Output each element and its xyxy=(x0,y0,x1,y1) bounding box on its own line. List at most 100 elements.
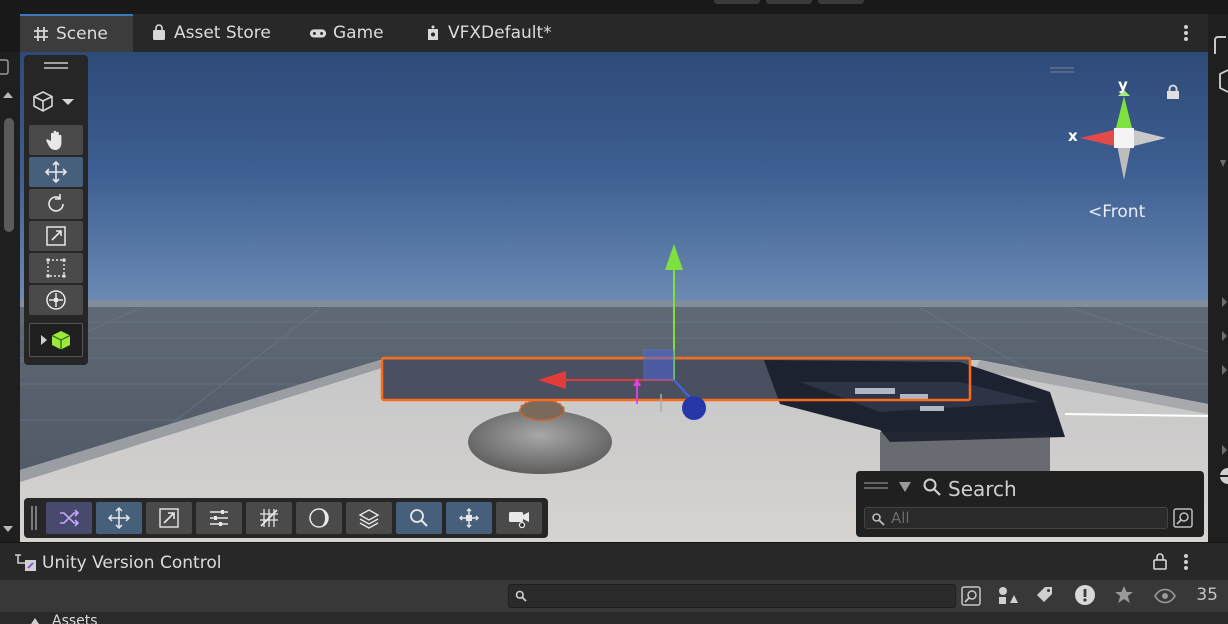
version-control-icon xyxy=(15,554,36,571)
scene-overlay-toolbar xyxy=(24,498,548,538)
move-tool[interactable] xyxy=(29,157,83,187)
hand-tool[interactable] xyxy=(29,125,83,155)
grid-icon xyxy=(34,27,48,41)
layers-button[interactable] xyxy=(346,502,392,534)
remove-circle-icon[interactable] xyxy=(1218,466,1228,486)
pivot-icon xyxy=(459,508,479,528)
custom-tool-dropdown[interactable] xyxy=(29,323,83,357)
top-toolbar-button[interactable] xyxy=(818,0,864,4)
tab-label: Scene xyxy=(56,24,108,44)
grid-snap-icon xyxy=(260,509,278,527)
visibility-eye-icon[interactable] xyxy=(1154,588,1176,604)
transform-tool[interactable] xyxy=(29,285,83,315)
scene-geometry xyxy=(20,67,1208,542)
shuffle-icon xyxy=(60,509,80,527)
camera-icon xyxy=(509,512,529,529)
drag-handle-icon[interactable] xyxy=(30,506,38,530)
scene-viewport[interactable] xyxy=(20,52,1208,542)
z-axis-sphere[interactable] xyxy=(682,396,706,420)
version-control-panel-header: Unity Version Control xyxy=(0,542,1228,580)
dome-top xyxy=(519,399,565,421)
view-mode-dropdown[interactable] xyxy=(32,89,80,115)
top-toolbar-button[interactable] xyxy=(766,0,812,4)
shading-button[interactable] xyxy=(296,502,342,534)
search-icon xyxy=(923,478,941,496)
rotate-tool[interactable] xyxy=(29,189,83,219)
top-toolbar-button[interactable] xyxy=(714,0,760,4)
view-orientation-label[interactable]: <Front xyxy=(1088,202,1145,222)
transform-icon xyxy=(46,290,66,310)
tab-vfx-default[interactable]: VFXDefault* xyxy=(412,14,564,52)
inspector-edge-strip xyxy=(1208,14,1228,542)
zoom-button[interactable] xyxy=(396,502,442,534)
rect-tool[interactable] xyxy=(29,253,83,283)
y-axis-arrow[interactable] xyxy=(665,244,683,270)
lock-icon[interactable] xyxy=(1152,552,1168,570)
collapse-arrow-icon[interactable] xyxy=(1218,158,1228,170)
favorite-star-icon[interactable] xyxy=(1114,585,1134,605)
filter-by-label-icon[interactable] xyxy=(1034,585,1054,607)
scale-move-button[interactable] xyxy=(146,502,192,534)
rect-transform-icon xyxy=(46,258,66,278)
scale-tool[interactable] xyxy=(29,221,83,251)
expand-arrow-icon[interactable] xyxy=(1220,330,1228,342)
camera-button[interactable] xyxy=(496,502,542,534)
drag-handle-icon[interactable] xyxy=(864,481,888,491)
search-filter-icon xyxy=(872,513,885,526)
kebab-menu-icon[interactable] xyxy=(1178,22,1194,44)
open-search-window-icon[interactable] xyxy=(960,585,982,607)
sliders-icon xyxy=(210,510,228,526)
rotate-icon xyxy=(48,194,64,212)
search-overlay: Search All xyxy=(856,471,1204,537)
expand-arrow-icon[interactable] xyxy=(30,616,40,624)
tab-label: VFXDefault* xyxy=(448,23,552,43)
search-input[interactable]: All xyxy=(864,507,1168,529)
gizmo-x-cone[interactable] xyxy=(1080,130,1114,146)
scroll-down-icon[interactable] xyxy=(2,524,14,534)
gizmo-y-cone[interactable] xyxy=(1116,96,1132,128)
hidden-packages-count: 35 xyxy=(1196,585,1218,605)
shuffle-button[interactable] xyxy=(46,502,92,534)
vfx-icon xyxy=(428,25,438,40)
assets-folder-label[interactable]: Assets xyxy=(52,612,98,624)
orientation-gizmo[interactable] xyxy=(1070,80,1180,190)
warning-filter-icon[interactable] xyxy=(1074,584,1096,606)
inspector-cube-icon xyxy=(1219,69,1228,93)
pivot-button[interactable] xyxy=(446,502,492,534)
search-placeholder: All xyxy=(891,509,910,527)
gizmo-center-cube[interactable] xyxy=(1114,128,1134,148)
hand-icon xyxy=(46,130,62,150)
tab-label: Game xyxy=(333,23,384,43)
panel-tab-icon[interactable] xyxy=(0,58,10,76)
tab-asset-store[interactable]: Asset Store xyxy=(138,14,283,52)
scroll-up-icon[interactable] xyxy=(2,90,14,100)
grid-snap-button[interactable] xyxy=(246,502,292,534)
machinery-base xyxy=(880,432,1050,472)
move-button[interactable] xyxy=(96,502,142,534)
kebab-menu-icon[interactable] xyxy=(1180,551,1192,573)
sliders-button[interactable] xyxy=(196,502,242,534)
search-icon xyxy=(515,590,527,602)
project-search-input[interactable] xyxy=(508,584,956,608)
gizmo-x-label: x xyxy=(1068,127,1078,145)
version-control-title[interactable]: Unity Version Control xyxy=(42,553,221,573)
tab-label: Asset Store xyxy=(174,23,271,43)
scene-tab-bar: Scene Asset Store Game VFXDefault* xyxy=(20,14,1208,52)
open-search-window-icon[interactable] xyxy=(1172,507,1194,529)
expand-arrow-icon[interactable] xyxy=(1220,296,1228,308)
scale-icon xyxy=(46,226,66,246)
expand-arrow-icon[interactable] xyxy=(1220,444,1228,456)
search-title: Search xyxy=(948,477,1017,501)
plane-handle[interactable] xyxy=(643,349,675,381)
scrollbar-thumb[interactable] xyxy=(4,118,14,232)
expand-arrow-icon[interactable] xyxy=(1220,364,1228,376)
gizmo-neg-x-cone[interactable] xyxy=(1134,130,1166,146)
filter-by-type-icon[interactable] xyxy=(996,585,1018,607)
lock-icon[interactable] xyxy=(1166,84,1180,100)
tab-game[interactable]: Game xyxy=(297,14,396,52)
layers-icon xyxy=(358,509,380,529)
collapse-arrow-icon[interactable] xyxy=(898,481,912,493)
snap-scale-icon xyxy=(159,508,179,528)
drag-handle-icon[interactable] xyxy=(44,61,68,71)
tab-scene[interactable]: Scene xyxy=(20,14,133,52)
